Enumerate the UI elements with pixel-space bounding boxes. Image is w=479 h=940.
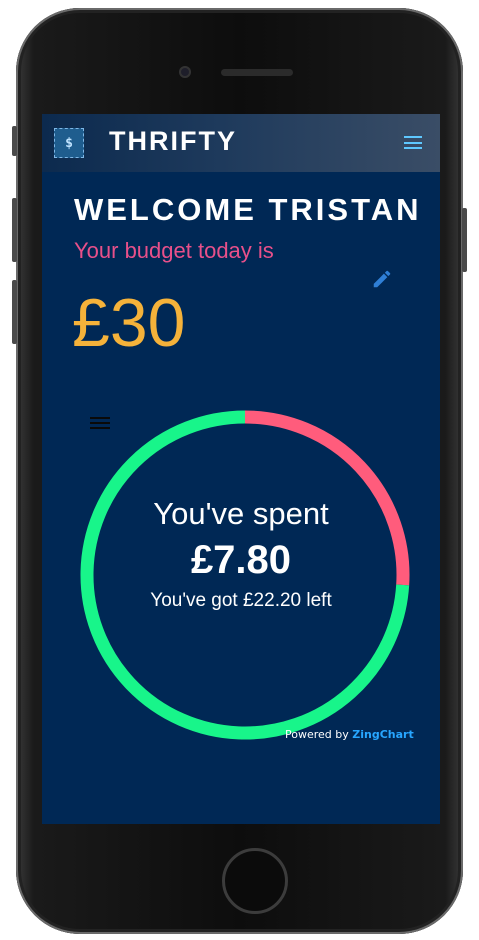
app-logo-icon[interactable]: $: [54, 128, 84, 158]
power-button: [462, 208, 467, 272]
credit-prefix: Powered by: [285, 728, 349, 741]
app-title: THRIFTY: [109, 126, 237, 156]
pencil-edit-icon[interactable]: [371, 268, 393, 290]
budget-label: Your budget today is: [74, 238, 274, 263]
hamburger-menu-icon[interactable]: [404, 136, 422, 149]
volume-up-button: [12, 198, 17, 262]
chart-center-left-text: You've got £22.20 left: [150, 590, 332, 611]
earpiece-speaker: [221, 69, 293, 76]
budget-value: £30: [72, 285, 186, 361]
chart-credit-link[interactable]: Powered by ZingChart: [285, 728, 414, 741]
mute-switch: [12, 126, 17, 156]
chart-center-spent-value: £7.80: [190, 538, 292, 582]
app-screen: $ THRIFTY WELCOME TRISTAN Your budget to…: [42, 114, 440, 824]
credit-brand: ZingChart: [352, 728, 414, 741]
front-camera: [179, 66, 191, 78]
chart-center-spent-label: You've spent: [153, 496, 329, 531]
home-button[interactable]: [222, 848, 288, 914]
top-navbar: $ THRIFTY: [42, 114, 440, 172]
logo-text: $: [65, 135, 73, 151]
welcome-heading: WELCOME TRISTAN: [74, 192, 422, 227]
volume-down-button: [12, 280, 17, 344]
